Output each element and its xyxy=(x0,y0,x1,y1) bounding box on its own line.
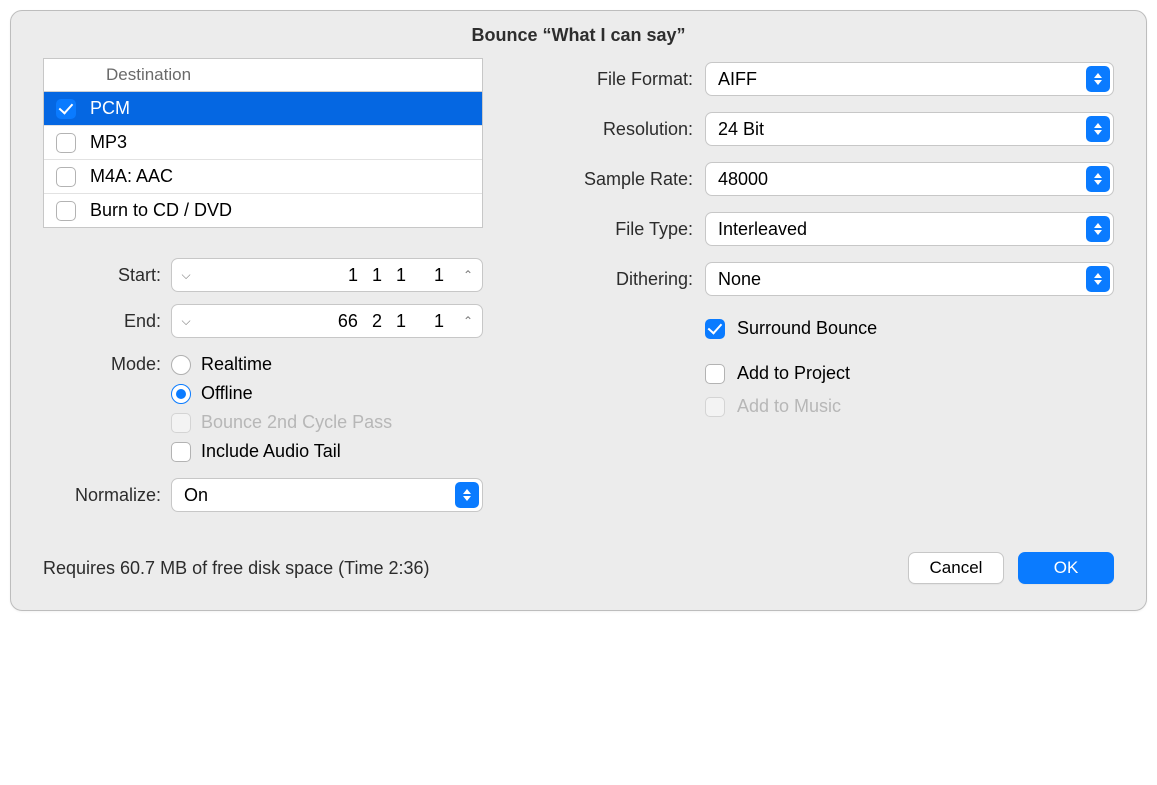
checkbox-icon[interactable] xyxy=(56,201,76,221)
normalize-value: On xyxy=(184,485,208,506)
mode-offline-label: Offline xyxy=(201,383,253,404)
updown-icon xyxy=(455,482,479,508)
checkbox-icon[interactable] xyxy=(56,167,76,187)
checkbox-icon[interactable] xyxy=(56,99,76,119)
resolution-label: Resolution: xyxy=(543,119,693,140)
chevron-up-icon[interactable]: ⌃ xyxy=(454,314,482,328)
mode-label: Mode: xyxy=(43,350,161,375)
file-format-label: File Format: xyxy=(543,69,693,90)
add-to-music-option: Add to Music xyxy=(705,390,1114,423)
surround-bounce-label: Surround Bounce xyxy=(737,318,877,339)
mode-realtime-option[interactable]: Realtime xyxy=(171,350,483,379)
chevron-up-icon[interactable]: ⌃ xyxy=(454,268,482,282)
updown-icon xyxy=(1086,66,1110,92)
start-tick[interactable]: 1 xyxy=(434,265,444,286)
checkbox-icon xyxy=(705,397,725,417)
checkbox-icon[interactable] xyxy=(705,364,725,384)
end-label: End: xyxy=(43,311,161,332)
start-bar[interactable]: 1 xyxy=(348,265,358,286)
checkbox-icon[interactable] xyxy=(705,319,725,339)
destination-row-mp3[interactable]: MP3 xyxy=(44,126,482,160)
destination-row-pcm[interactable]: PCM xyxy=(44,92,482,126)
dithering-label: Dithering: xyxy=(543,269,693,290)
updown-icon xyxy=(1086,216,1110,242)
ok-button[interactable]: OK xyxy=(1018,552,1114,584)
chevron-down-icon[interactable]: ⌵ xyxy=(172,268,200,283)
bounce-dialog: Bounce “What I can say” Destination PCM … xyxy=(10,10,1147,611)
destination-list: PCM MP3 M4A: AAC Burn to CD / DVD xyxy=(43,92,483,228)
destination-label: Burn to CD / DVD xyxy=(90,200,232,221)
destination-header: Destination xyxy=(43,58,483,92)
radio-icon[interactable] xyxy=(171,355,191,375)
mode-bounce2-option: Bounce 2nd Cycle Pass xyxy=(171,408,483,437)
start-label: Start: xyxy=(43,265,161,286)
disk-space-status: Requires 60.7 MB of free disk space (Tim… xyxy=(43,558,894,579)
resolution-select[interactable]: 24 Bit xyxy=(705,112,1114,146)
file-type-value: Interleaved xyxy=(718,219,807,240)
file-format-value: AIFF xyxy=(718,69,757,90)
add-to-music-label: Add to Music xyxy=(737,396,841,417)
mode-offline-option[interactable]: Offline xyxy=(171,379,483,408)
mode-include-tail-label: Include Audio Tail xyxy=(201,441,341,462)
end-stepper[interactable]: ⌵ 66 2 1 1 ⌃ xyxy=(171,304,483,338)
start-beat[interactable]: 1 xyxy=(372,265,382,286)
chevron-down-icon[interactable]: ⌵ xyxy=(172,314,200,329)
mode-bounce2-label: Bounce 2nd Cycle Pass xyxy=(201,412,392,433)
dithering-value: None xyxy=(718,269,761,290)
sample-rate-label: Sample Rate: xyxy=(543,169,693,190)
add-to-project-label: Add to Project xyxy=(737,363,850,384)
destination-label: M4A: AAC xyxy=(90,166,173,187)
end-tick[interactable]: 1 xyxy=(434,311,444,332)
end-div[interactable]: 1 xyxy=(396,311,406,332)
mode-realtime-label: Realtime xyxy=(201,354,272,375)
normalize-select[interactable]: On xyxy=(171,478,483,512)
sample-rate-value: 48000 xyxy=(718,169,768,190)
checkbox-icon[interactable] xyxy=(56,133,76,153)
file-type-select[interactable]: Interleaved xyxy=(705,212,1114,246)
start-div[interactable]: 1 xyxy=(396,265,406,286)
radio-icon[interactable] xyxy=(171,384,191,404)
cancel-button[interactable]: Cancel xyxy=(908,552,1004,584)
file-format-select[interactable]: AIFF xyxy=(705,62,1114,96)
add-to-project-option[interactable]: Add to Project xyxy=(705,357,1114,390)
dithering-select[interactable]: None xyxy=(705,262,1114,296)
destination-label: PCM xyxy=(90,98,130,119)
resolution-value: 24 Bit xyxy=(718,119,764,140)
updown-icon xyxy=(1086,166,1110,192)
destination-label: MP3 xyxy=(90,132,127,153)
start-stepper[interactable]: ⌵ 1 1 1 1 ⌃ xyxy=(171,258,483,292)
updown-icon xyxy=(1086,116,1110,142)
destination-row-m4a[interactable]: M4A: AAC xyxy=(44,160,482,194)
file-type-label: File Type: xyxy=(543,219,693,240)
mode-include-tail-option[interactable]: Include Audio Tail xyxy=(171,437,483,466)
sample-rate-select[interactable]: 48000 xyxy=(705,162,1114,196)
updown-icon xyxy=(1086,266,1110,292)
checkbox-icon[interactable] xyxy=(171,442,191,462)
destination-row-burn[interactable]: Burn to CD / DVD xyxy=(44,194,482,227)
window-title: Bounce “What I can say” xyxy=(11,11,1146,58)
end-bar[interactable]: 66 xyxy=(338,311,358,332)
normalize-label: Normalize: xyxy=(43,485,161,506)
end-beat[interactable]: 2 xyxy=(372,311,382,332)
checkbox-icon xyxy=(171,413,191,433)
surround-bounce-option[interactable]: Surround Bounce xyxy=(705,312,1114,345)
